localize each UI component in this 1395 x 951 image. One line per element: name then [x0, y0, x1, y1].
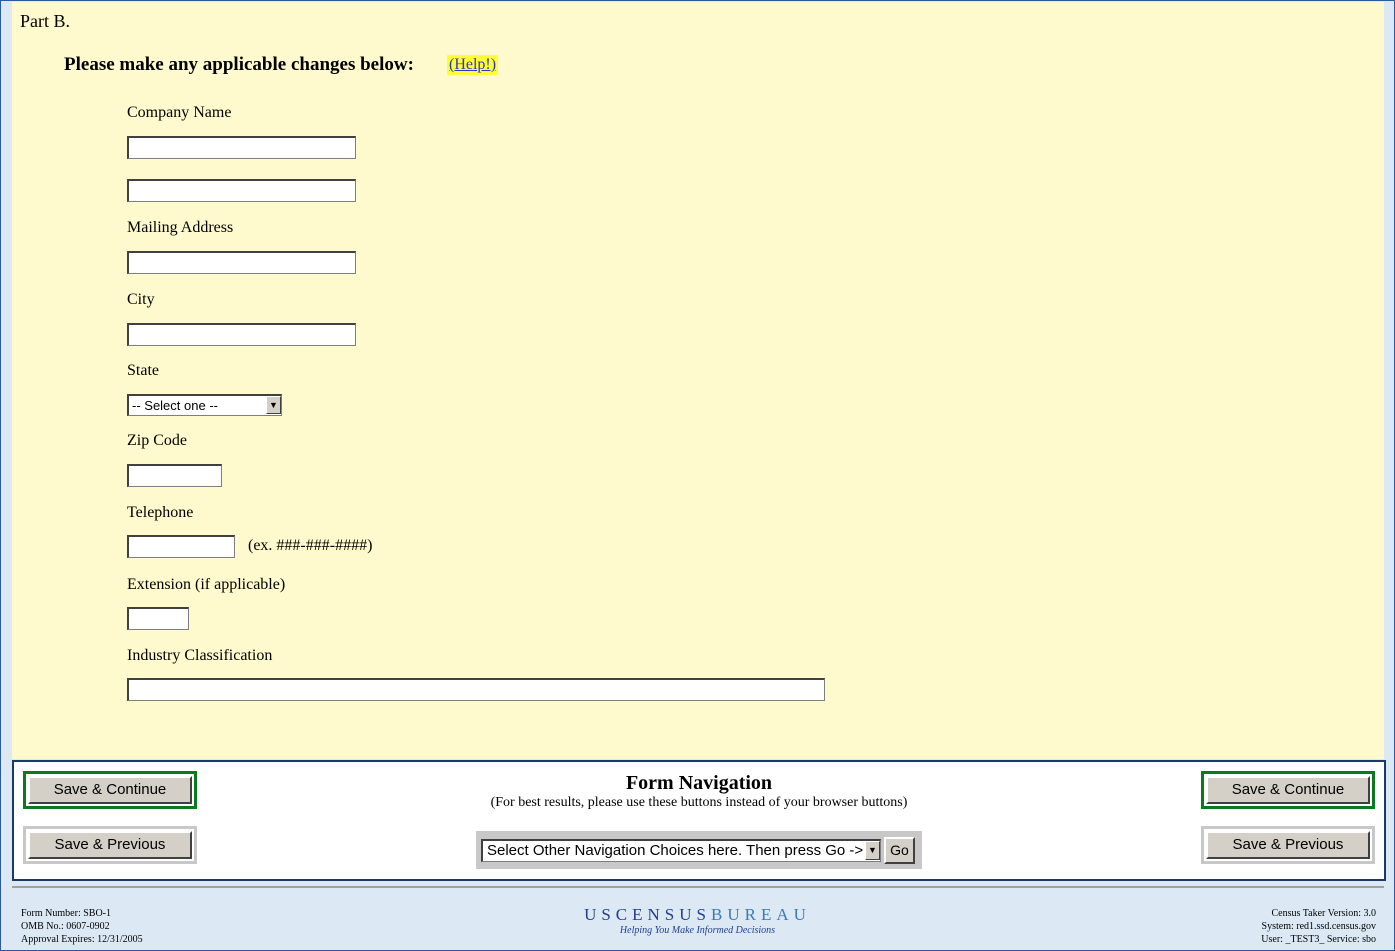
- telephone-format-hint: (ex. ###-###-####): [248, 537, 373, 554]
- save-continue-button-left[interactable]: Save & Continue: [28, 776, 192, 804]
- state-label: State: [127, 362, 159, 379]
- industry-classification-input[interactable]: [127, 678, 825, 701]
- form-navigation-panel: Form Navigation (For best results, pleas…: [12, 760, 1386, 881]
- chevron-down-icon[interactable]: ▼: [865, 841, 880, 860]
- industry-classification-label: Industry Classification: [127, 647, 273, 664]
- chevron-down-icon[interactable]: ▼: [266, 396, 281, 414]
- save-previous-wrapper-left: Save & Previous: [23, 826, 197, 864]
- omb-number: OMB No.: 0607-0902: [21, 921, 110, 932]
- save-previous-button-left[interactable]: Save & Previous: [28, 831, 192, 859]
- mailing-address-label: Mailing Address: [127, 219, 234, 236]
- save-previous-button-right[interactable]: Save & Previous: [1206, 831, 1370, 859]
- instructions-heading: Please make any applicable changes below…: [64, 54, 414, 75]
- telephone-input[interactable]: [127, 535, 235, 558]
- save-continue-wrapper-left: Save & Continue: [23, 771, 197, 809]
- navigation-choices-select[interactable]: Select Other Navigation Choices here. Th…: [481, 839, 881, 862]
- form-navigation-subtitle: (For best results, please use these butt…: [490, 795, 908, 810]
- form-area: Part B. Please make any applicable chang…: [12, 2, 1384, 759]
- logo-text-bureau: BUREAU: [711, 905, 811, 924]
- navigation-choices-container: Select Other Navigation Choices here. Th…: [476, 831, 922, 869]
- save-previous-wrapper-right: Save & Previous: [1201, 826, 1375, 864]
- mailing-address-input[interactable]: [127, 251, 356, 274]
- census-bureau-logo: USCENSUSBUREAU Helping You Make Informed…: [500, 905, 895, 936]
- save-continue-wrapper-right: Save & Continue: [1201, 771, 1375, 809]
- zip-code-label: Zip Code: [127, 432, 187, 449]
- form-navigation-title: Form Navigation: [625, 772, 773, 794]
- form-info: Form Number: SBO-1 OMB No.: 0607-0902 Ap…: [21, 907, 143, 946]
- city-label: City: [127, 291, 155, 308]
- go-button[interactable]: Go: [884, 837, 915, 864]
- footer-divider: [12, 886, 1384, 888]
- state-select-value: -- Select one --: [132, 398, 218, 413]
- extension-label: Extension (if applicable): [127, 576, 286, 593]
- approval-expiry: Approval Expires: 12/31/2005: [21, 934, 143, 945]
- form-number: Form Number: SBO-1: [21, 908, 111, 919]
- company-name-label: Company Name: [127, 104, 232, 121]
- city-input[interactable]: [127, 323, 356, 346]
- system-host: System: red1.ssd.census.gov: [1261, 921, 1376, 932]
- extension-input[interactable]: [127, 607, 189, 630]
- zip-code-input[interactable]: [127, 464, 222, 487]
- system-info: Census Taker Version: 3.0 System: red1.s…: [1261, 907, 1376, 946]
- logo-tagline: Helping You Make Informed Decisions: [619, 925, 776, 936]
- user-service: User: _TEST3_ Service: sbo: [1261, 934, 1376, 945]
- telephone-label: Telephone: [127, 504, 194, 521]
- help-link[interactable]: (Help!): [447, 55, 499, 75]
- part-title: Part B.: [20, 11, 71, 31]
- state-select[interactable]: -- Select one -- ▼: [127, 394, 282, 416]
- company-name-input-2[interactable]: [127, 179, 356, 202]
- navigation-choices-value: Select Other Navigation Choices here. Th…: [487, 842, 864, 859]
- company-name-input-1[interactable]: [127, 136, 356, 159]
- save-continue-button-right[interactable]: Save & Continue: [1206, 776, 1370, 804]
- app-version: Census Taker Version: 3.0: [1271, 908, 1376, 919]
- logo-text-uscensus: USCENSUS: [584, 905, 711, 924]
